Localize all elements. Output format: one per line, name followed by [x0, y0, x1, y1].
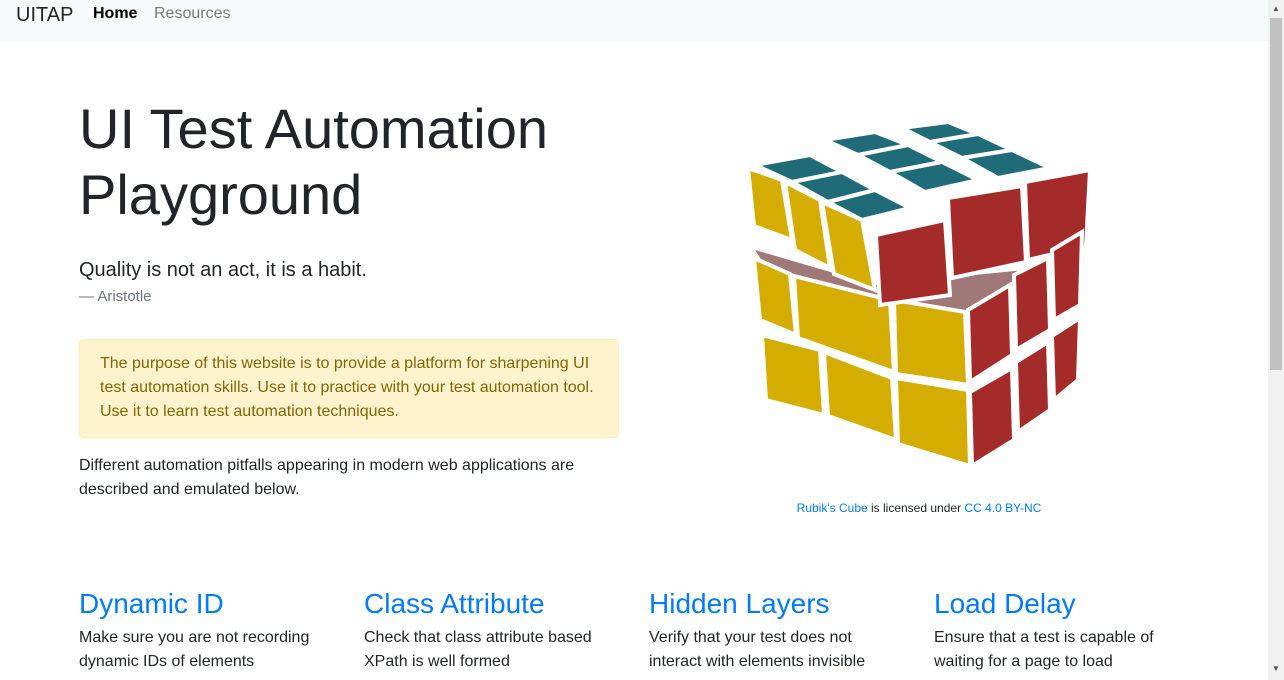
card-text-load-delay: Ensure that a test is capable of waiting…: [934, 629, 1154, 670]
card-title-class-attribute[interactable]: Class Attribute: [364, 586, 614, 622]
nav-link-home[interactable]: Home: [93, 5, 137, 23]
intro-description: Different automation pitfalls appearing …: [79, 457, 575, 498]
quote-text: Quality is not an act, it is a habit.: [79, 259, 367, 281]
card-text-hidden-layers: Verify that your test does not interact …: [649, 629, 866, 670]
scroll-up-icon[interactable]: ▲: [1272, 4, 1280, 13]
license-link[interactable]: CC 4.0 BY-NC: [964, 501, 1041, 515]
scrollbar-thumb[interactable]: [1270, 18, 1282, 370]
scroll-down-icon[interactable]: ▼: [1272, 664, 1280, 673]
card-title-hidden-layers[interactable]: Hidden Layers: [649, 586, 899, 622]
card-load-delay: Load Delay Ensure that a test is capable…: [934, 586, 1184, 674]
card-class-attribute: Class Attribute Check that class attribu…: [364, 586, 614, 674]
card-text-dynamic-id: Make sure you are not recording dynamic …: [79, 629, 310, 670]
caption-middle-text: is licensed under: [867, 501, 965, 515]
card-title-load-delay[interactable]: Load Delay: [934, 586, 1184, 622]
navbar: UITAP Home Resources: [0, 0, 1268, 41]
card-hidden-layers: Hidden Layers Verify that your test does…: [649, 586, 899, 674]
card-text-class-attribute: Check that class attribute based XPath i…: [364, 629, 592, 670]
brand-link[interactable]: UITAP: [16, 4, 73, 27]
quote-author: — Aristotle: [79, 288, 152, 305]
card-title-dynamic-id[interactable]: Dynamic ID: [79, 586, 329, 622]
card-dynamic-id: Dynamic ID Make sure you are not recordi…: [79, 586, 329, 674]
page-scrollbar[interactable]: ▲ ▼: [1268, 0, 1284, 680]
purpose-alert: The purpose of this website is to provid…: [79, 339, 619, 438]
nav-link-resources[interactable]: Resources: [154, 5, 230, 23]
rubiks-cube-link[interactable]: Rubik's Cube: [797, 501, 868, 515]
image-caption: Rubik's Cube is licensed under CC 4.0 BY…: [640, 501, 1198, 515]
rubiks-cube-icon: [745, 119, 1093, 470]
page-title: UI Test Automation Playground: [79, 97, 548, 226]
